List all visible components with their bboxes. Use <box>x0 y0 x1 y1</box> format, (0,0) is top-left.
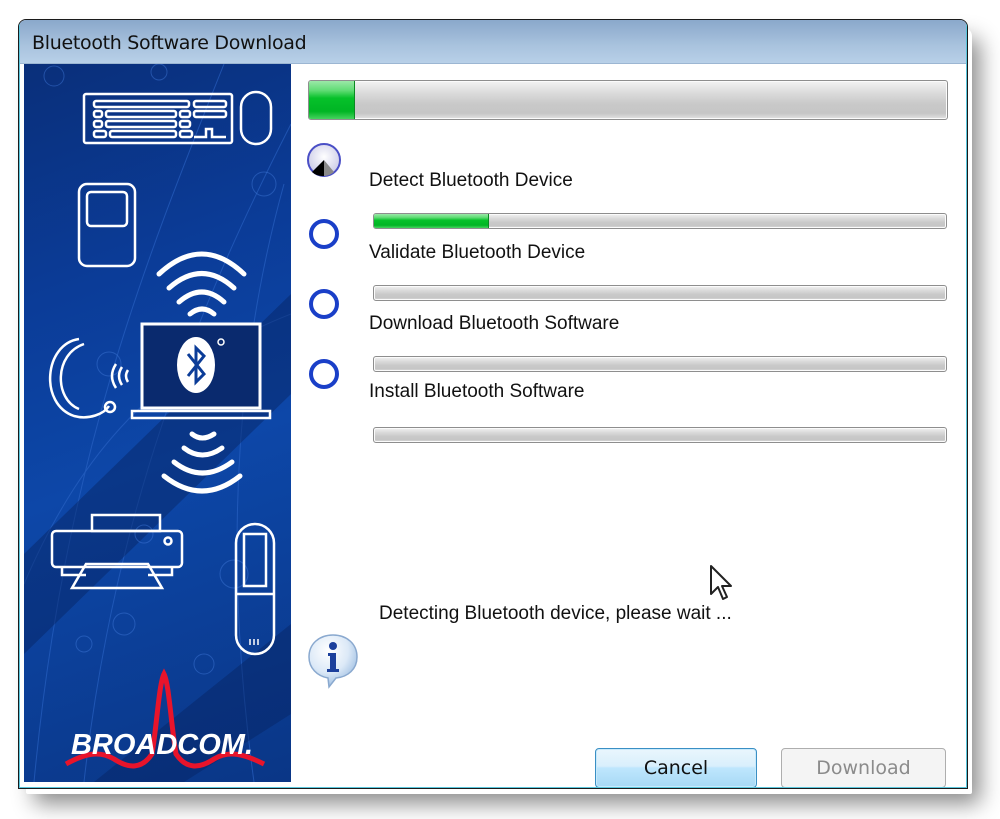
pending-circle-icon <box>309 289 339 319</box>
content-panel: Detect Bluetooth Device Validate Bluetoo… <box>291 64 965 788</box>
pending-circle-icon <box>309 219 339 249</box>
mouse-icon <box>239 90 273 146</box>
broadcom-logo-text: BROADCOM. <box>71 729 253 761</box>
headset-icon <box>49 337 117 419</box>
busy-spinner-icon <box>307 143 341 177</box>
dialog-window: Bluetooth Software Download BROADCOM. De… <box>18 19 968 789</box>
sidebar-banner: BROADCOM. <box>24 64 291 782</box>
step-progress-bar-detect <box>373 213 947 229</box>
download-button[interactable]: Download <box>781 748 946 788</box>
media-player-icon <box>77 182 137 268</box>
step-label-detect: Detect Bluetooth Device <box>369 170 573 191</box>
step-label-validate: Validate Bluetooth Device <box>369 242 586 263</box>
wireless-signal-icon <box>156 251 247 317</box>
overall-progress-bar <box>308 80 948 120</box>
step-label-download: Download Bluetooth Software <box>369 313 620 334</box>
step-progress-fill-detect <box>374 214 490 228</box>
cancel-button[interactable]: Cancel <box>595 748 757 788</box>
step-progress-bar-install <box>373 427 947 443</box>
pending-circle-icon <box>309 359 339 389</box>
step-progress-bar-validate <box>373 285 947 301</box>
mouse-cursor-icon <box>710 565 732 600</box>
window-title: Bluetooth Software Download <box>32 32 307 54</box>
laptop-bluetooth-icon <box>130 322 272 420</box>
keyboard-icon <box>82 92 234 145</box>
title-bar[interactable]: Bluetooth Software Download <box>19 20 967 64</box>
sidebar-artwork: BROADCOM. <box>24 64 291 782</box>
mobile-phone-icon <box>234 522 276 656</box>
step-progress-bar-download <box>373 356 947 372</box>
overall-progress-fill <box>309 81 355 119</box>
info-icon <box>308 634 358 689</box>
step-label-install: Install Bluetooth Software <box>369 381 585 402</box>
status-message: Detecting Bluetooth device, please wait … <box>379 603 732 624</box>
